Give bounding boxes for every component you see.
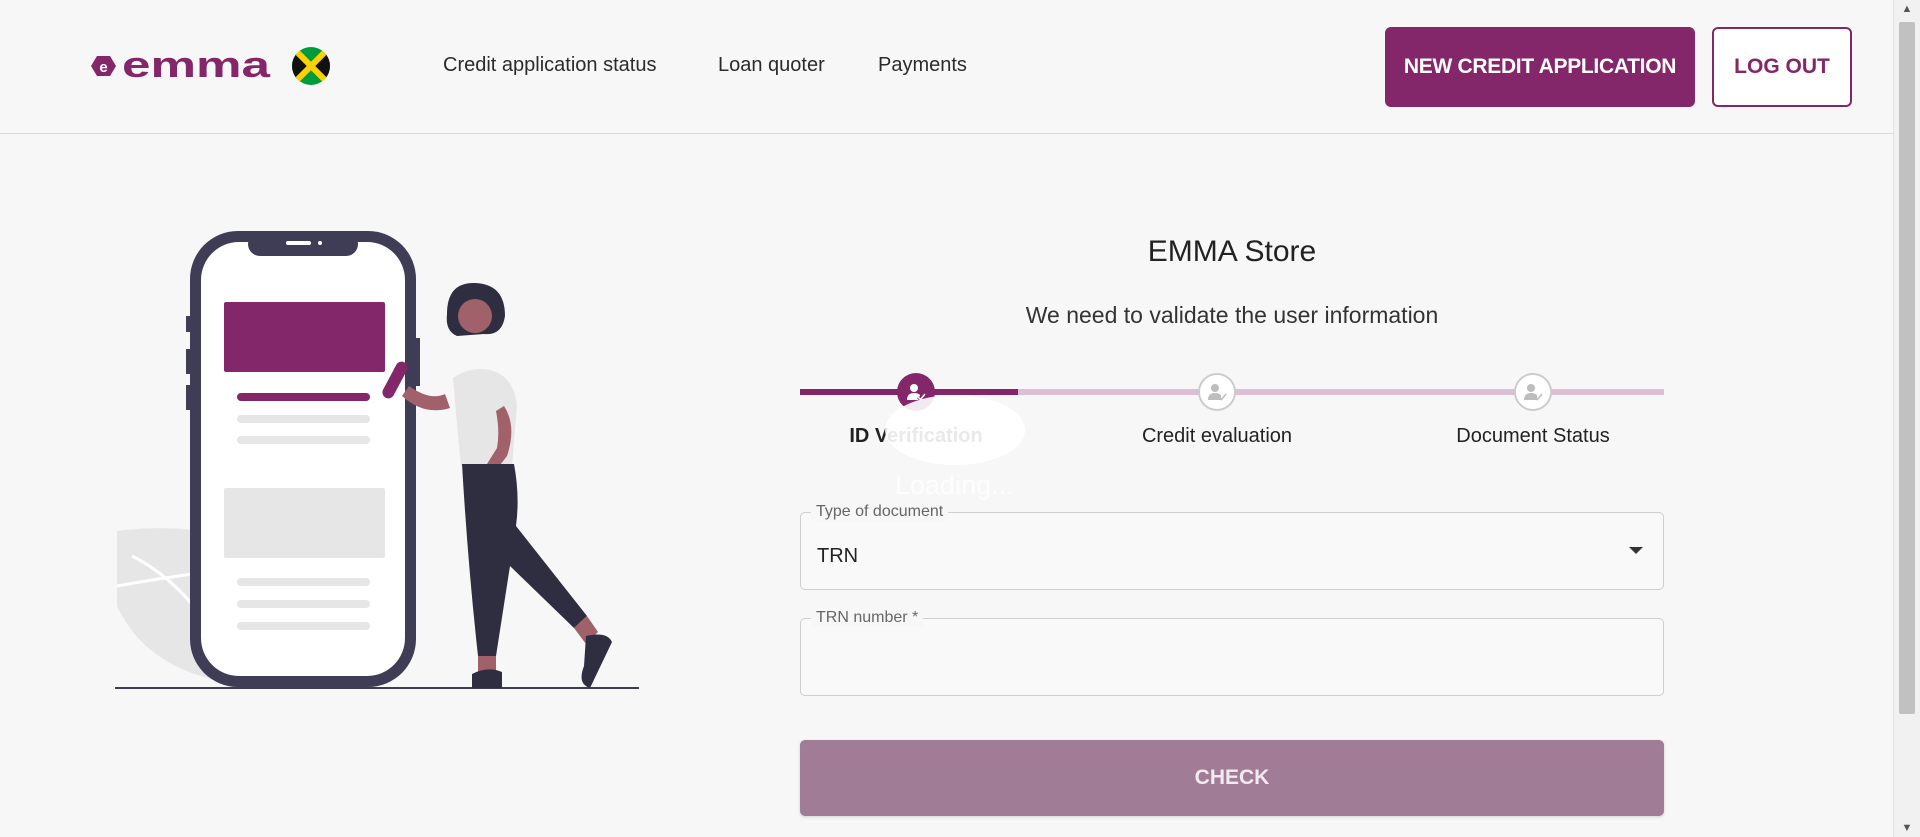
document-type-value: TRN — [817, 545, 859, 567]
trn-number-field: TRN number * — [800, 609, 1664, 696]
jamaica-flag-icon — [292, 47, 330, 85]
nav-loan-quoter[interactable]: Loan quoter — [718, 54, 825, 77]
scroll-up-arrow-icon[interactable]: ▲ — [1894, 0, 1920, 18]
loading-spinner-overlay — [885, 395, 1025, 465]
svg-text:emma: emma — [122, 50, 271, 82]
new-credit-application-button[interactable]: NEW CREDIT APPLICATION — [1385, 27, 1695, 107]
phone-illustration — [115, 231, 639, 689]
nav-credit-application-status[interactable]: Credit application status — [443, 54, 656, 77]
trn-number-input[interactable] — [802, 639, 1662, 689]
vertical-scrollbar[interactable]: ▲ ▼ — [1893, 0, 1920, 837]
caret-down-icon[interactable] — [1629, 547, 1643, 554]
top-header: e emma Credit application status Loan qu… — [0, 0, 1894, 134]
trn-number-label: TRN number * — [811, 609, 924, 627]
scrollbar-thumb[interactable] — [1899, 22, 1915, 714]
emma-logo[interactable]: e emma — [89, 50, 272, 82]
loading-text: Loading... — [895, 470, 1014, 500]
step-label-document-status: Document Status — [1456, 425, 1610, 447]
store-title: EMMA Store — [1147, 235, 1317, 268]
logout-button[interactable]: LOG OUT — [1712, 27, 1852, 107]
validation-subtitle: We need to validate the user information — [1025, 302, 1439, 328]
step-label-credit-evaluation: Credit evaluation — [1141, 425, 1293, 447]
scroll-down-arrow-icon[interactable]: ▼ — [1894, 819, 1920, 837]
step-credit-evaluation-user-check-icon — [1198, 373, 1236, 411]
svg-text:e: e — [99, 59, 107, 76]
document-type-label: Type of document — [811, 503, 949, 521]
document-type-select[interactable]: Type of document TRN — [800, 503, 1664, 590]
check-button[interactable]: CHECK — [800, 740, 1664, 816]
step-document-status-user-check-icon — [1514, 373, 1552, 411]
stepper-track-pending — [1018, 389, 1664, 395]
nav-payments[interactable]: Payments — [878, 54, 967, 77]
